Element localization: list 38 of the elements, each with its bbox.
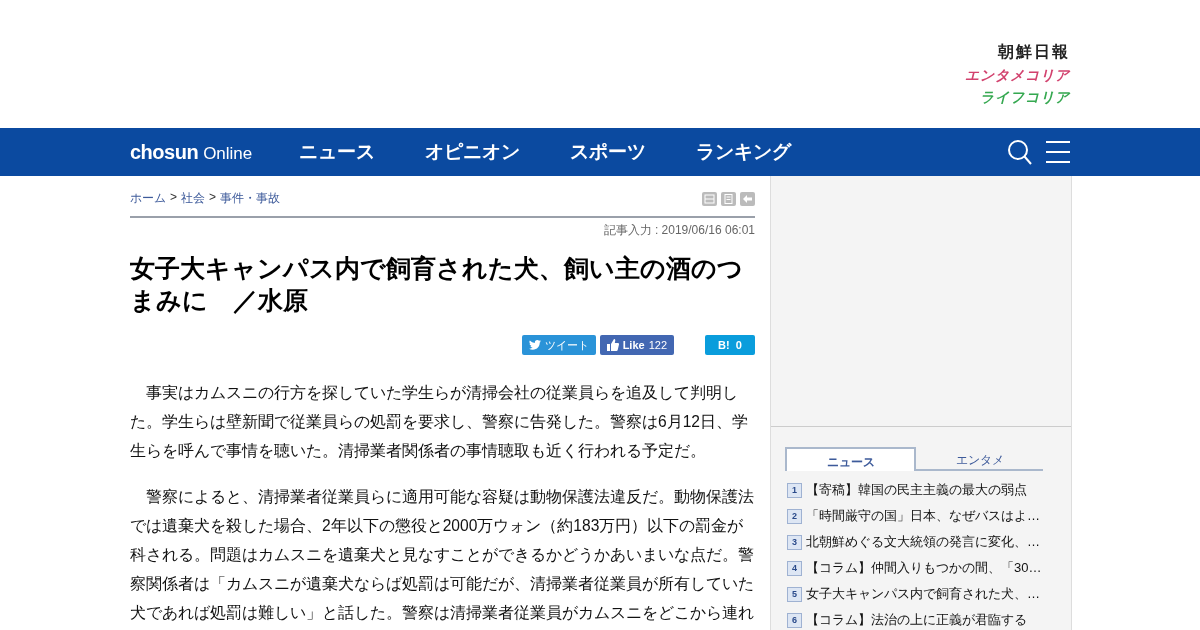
ranking-item[interactable]: 6 【コラム】法治の上に正義が君臨する bbox=[787, 611, 1071, 629]
rank-number: 4 bbox=[787, 560, 802, 576]
rank-number: 5 bbox=[787, 586, 802, 602]
ranking-tab[interactable]: ニュース bbox=[785, 447, 916, 471]
like-button[interactable]: Like 122 bbox=[599, 335, 674, 355]
search-icon[interactable] bbox=[1008, 139, 1032, 165]
document-icon[interactable] bbox=[721, 191, 736, 206]
breadcrumb-separator: > bbox=[170, 190, 177, 206]
ranking-item[interactable]: 1 【寄稿】韓国の民主主義の最大の弱点 bbox=[787, 481, 1071, 499]
nav-item[interactable]: オピニオン bbox=[400, 139, 546, 165]
back-arrow-icon[interactable] bbox=[740, 191, 755, 206]
article-paragraph: 警察によると、清掃業者従業員らに適用可能な容疑は動物保護法違反だ。動物保護法では遺棄犬を殺した場合、2年以下の懲役と2000万ウォン（約183万円）以下の罰金が科される。問題はカムスニを遺棄犬と見なすことができるかどうかあいまいな点だ。警察関係者は「カムスニが遺棄犬ならば処罰は可能だが、清掃業者従業員が所有していた犬であれば処罰は難しい」と話した。警察は清掃業者従業員がカムスニをどこから連れ bbox=[130, 487, 755, 623]
breadcrumb-link[interactable]: 社会 bbox=[181, 190, 205, 207]
ranking-item[interactable]: 3 北朝鮮めぐる文大統領の発言に変化、… bbox=[787, 533, 1071, 551]
breadcrumb-link[interactable]: ホーム bbox=[130, 190, 166, 207]
nav-item[interactable]: ランキング bbox=[671, 139, 817, 165]
article-paragraph: 事実はカムスニの行方を探していた学生らが清掃会社の従業員らを追及して判明した。学生らは壁新聞で従業員らの処罰を要求し、警察に告発した。警察は6月12日、学生らを呼んで事情を聴いた。清掃業者関係者の事情聴取も近く行われる予定だ。 bbox=[130, 383, 750, 461]
nav-item[interactable]: スポーツ bbox=[545, 139, 672, 165]
site-logo[interactable]: 朝鮮日報 bbox=[998, 42, 1070, 63]
ranking-item[interactable]: 2 「時間厳守の国」日本、なぜバスはよ… bbox=[787, 507, 1071, 525]
breadcrumb-separator: > bbox=[209, 190, 217, 206]
ranking-item[interactable]: 4 【コラム】仲間入りもつかの間、「30… bbox=[787, 559, 1071, 577]
nav-item[interactable]: ニュース bbox=[274, 139, 401, 165]
menu-icon[interactable] bbox=[1046, 141, 1070, 163]
breadcrumb-link[interactable]: 事件・事故 bbox=[220, 190, 281, 207]
ranking-tab[interactable]: エンタメ bbox=[916, 447, 1043, 469]
brand-logo[interactable]: chosun Online bbox=[130, 140, 253, 164]
rank-number: 2 bbox=[787, 508, 802, 524]
print-icon[interactable] bbox=[702, 191, 717, 206]
article-title: 女子大キャンパス内で飼育された犬、飼い主の酒のつまみに ／水原 bbox=[130, 254, 744, 316]
article-timestamp: 記事入力 : 2019/06/16 06:01 bbox=[602, 222, 755, 239]
ranking-item[interactable]: 5 女子大キャンパス内で飼育された犬、… bbox=[787, 585, 1071, 603]
thumbs-up-icon bbox=[606, 339, 619, 351]
rank-number: 1 bbox=[787, 482, 802, 498]
rank-number: 3 bbox=[787, 534, 802, 550]
site-logo[interactable]: エンタメコリア bbox=[965, 67, 1070, 85]
bird-icon bbox=[528, 340, 541, 350]
rank-number: 6 bbox=[787, 612, 802, 628]
